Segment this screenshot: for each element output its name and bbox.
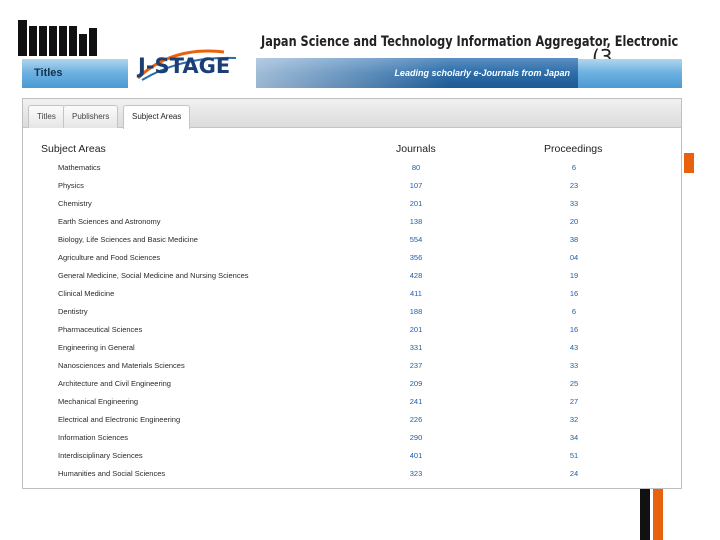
- journals-count-link[interactable]: 331: [396, 343, 436, 352]
- journals-count-link[interactable]: 80: [396, 163, 436, 172]
- proceedings-count-link[interactable]: 16: [554, 325, 594, 334]
- proceedings-count-link[interactable]: 33: [554, 361, 594, 370]
- proceedings-count-link[interactable]: 16: [554, 289, 594, 298]
- journals-count-link[interactable]: 226: [396, 415, 436, 424]
- proceedings-count-link[interactable]: 6: [554, 163, 594, 172]
- table-row: Agriculture and Food Sciences 356 04: [23, 251, 681, 269]
- journals-count-link[interactable]: 290: [396, 433, 436, 442]
- subject-name: General Medicine, Social Medicine and Nu…: [58, 271, 249, 280]
- subject-name: Biology, Life Sciences and Basic Medicin…: [58, 235, 198, 244]
- table-row: Pharmaceutical Sciences 201 16: [23, 323, 681, 341]
- table-row: Interdisciplinary Sciences 401 51: [23, 449, 681, 467]
- subject-name: Dentistry: [58, 307, 88, 316]
- subject-name: Engineering in General: [58, 343, 135, 352]
- journals-count-link[interactable]: 188: [396, 307, 436, 316]
- tab-titles[interactable]: Titles: [28, 105, 65, 128]
- subject-name: Architecture and Civil Engineering: [58, 379, 171, 388]
- subject-name: Mathematics: [58, 163, 101, 172]
- proceedings-count-link[interactable]: 51: [554, 451, 594, 460]
- column-header-proceedings: Proceedings: [544, 143, 603, 155]
- tagline-bar: Leading scholarly e-Journals from Japan: [256, 58, 578, 88]
- journals-count-link[interactable]: 241: [396, 397, 436, 406]
- column-header-subject: Subject Areas: [41, 143, 106, 155]
- table-row: Mechanical Engineering 241 27: [23, 395, 681, 413]
- journals-count-link[interactable]: 323: [396, 469, 436, 478]
- proceedings-count-link[interactable]: 20: [554, 217, 594, 226]
- journals-count-link[interactable]: 428: [396, 271, 436, 280]
- accent-stripe-dark: [640, 486, 650, 540]
- subject-name: Earth Sciences and Astronomy: [58, 217, 161, 226]
- proceedings-count-link[interactable]: 27: [554, 397, 594, 406]
- accent-stripe: [684, 153, 694, 173]
- proceedings-count-link[interactable]: 38: [554, 235, 594, 244]
- journals-count-link[interactable]: 201: [396, 199, 436, 208]
- subject-name: Clinical Medicine: [58, 289, 115, 298]
- subject-name: Interdisciplinary Sciences: [58, 451, 143, 460]
- tab-subject-areas[interactable]: Subject Areas: [123, 105, 191, 129]
- table-row: Chemistry 201 33: [23, 197, 681, 215]
- table-row: Humanities and Social Sciences 323 24: [23, 467, 681, 485]
- subject-name: Information Sciences: [58, 433, 129, 442]
- table-row: Architecture and Civil Engineering 209 2…: [23, 377, 681, 395]
- jstage-logo: J-STAGE: [136, 49, 237, 81]
- presentation-bars-logo: [18, 20, 100, 56]
- table-row: Mathematics 80 6: [23, 161, 681, 179]
- site-title: Japan Science and Technology Information…: [261, 34, 679, 50]
- jstage-banner: J-STAGE Japan Science and Technology Inf…: [128, 34, 678, 88]
- proceedings-count-link[interactable]: 6: [554, 307, 594, 316]
- tab-publishers[interactable]: Publishers: [63, 105, 119, 128]
- section-title: Titles: [34, 67, 63, 79]
- journals-count-link[interactable]: 411: [396, 289, 436, 298]
- journals-count-link[interactable]: 107: [396, 181, 436, 190]
- table-row: Physics 107 23: [23, 179, 681, 197]
- journals-count-link[interactable]: 401: [396, 451, 436, 460]
- proceedings-count-link[interactable]: 25: [554, 379, 594, 388]
- proceedings-count-link[interactable]: 04: [554, 253, 594, 262]
- subject-areas-panel: Titles Publishers Subject Areas Subject …: [22, 98, 682, 489]
- subject-name: Electrical and Electronic Engineering: [58, 415, 181, 424]
- proceedings-count-link[interactable]: 43: [554, 343, 594, 352]
- subject-name: Pharmaceutical Sciences: [58, 325, 143, 334]
- proceedings-count-link[interactable]: 24: [554, 469, 594, 478]
- table-row: Nanosciences and Materials Sciences 237 …: [23, 359, 681, 377]
- journals-count-link[interactable]: 201: [396, 325, 436, 334]
- proceedings-count-link[interactable]: 34: [554, 433, 594, 442]
- logo-text: J-STAGE: [136, 54, 230, 78]
- table-row: Biology, Life Sciences and Basic Medicin…: [23, 233, 681, 251]
- table-row: Electrical and Electronic Engineering 22…: [23, 413, 681, 431]
- table-row: Information Sciences 290 34: [23, 431, 681, 449]
- table-row: Clinical Medicine 411 16: [23, 287, 681, 305]
- table-row: General Medicine, Social Medicine and Nu…: [23, 269, 681, 287]
- subject-name: Mechanical Engineering: [58, 397, 139, 406]
- subject-name: Nanosciences and Materials Sciences: [58, 361, 185, 370]
- proceedings-count-link[interactable]: 23: [554, 181, 594, 190]
- subject-name: Agriculture and Food Sciences: [58, 253, 161, 262]
- table-row: Earth Sciences and Astronomy 138 20: [23, 215, 681, 233]
- subject-name: Humanities and Social Sciences: [58, 469, 166, 478]
- journals-count-link[interactable]: 138: [396, 217, 436, 226]
- journals-count-link[interactable]: 209: [396, 379, 436, 388]
- journals-count-link[interactable]: 356: [396, 253, 436, 262]
- subject-name: Chemistry: [58, 199, 92, 208]
- tagline: Leading scholarly e-Journals from Japan: [394, 68, 570, 78]
- subject-name: Physics: [58, 181, 84, 190]
- proceedings-count-link[interactable]: 32: [554, 415, 594, 424]
- proceedings-count-link[interactable]: 19: [554, 271, 594, 280]
- journals-count-link[interactable]: 237: [396, 361, 436, 370]
- table-row: Engineering in General 331 43: [23, 341, 681, 359]
- journals-count-link[interactable]: 554: [396, 235, 436, 244]
- table-row: Dentistry 188 6: [23, 305, 681, 323]
- tab-strip: Titles Publishers Subject Areas: [23, 99, 681, 129]
- proceedings-count-link[interactable]: 33: [554, 199, 594, 208]
- column-header-journals: Journals: [396, 143, 436, 155]
